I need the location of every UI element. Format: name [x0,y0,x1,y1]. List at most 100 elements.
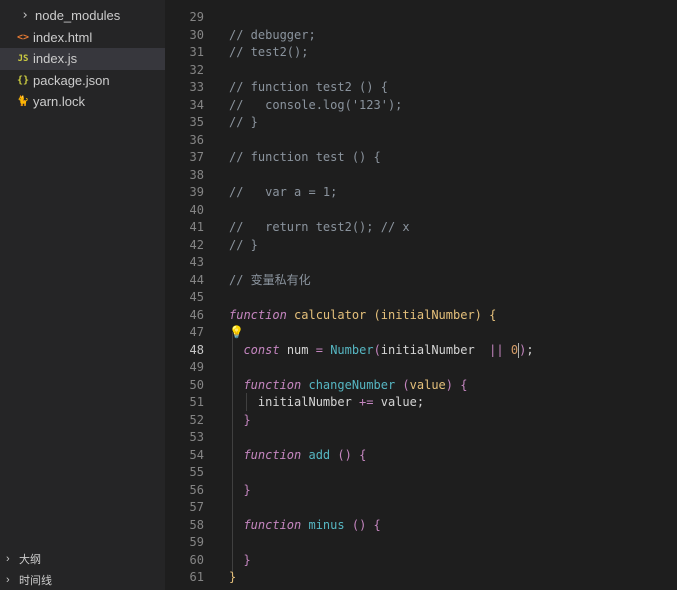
explorer-item-node-modules[interactable]: › node_modules [0,5,165,27]
code-line[interactable]: 47 💡 [165,324,677,342]
code-token: // 变量私有化 [229,272,311,287]
code-text: // } [229,237,258,255]
line-number: 45 [189,290,204,304]
code-line[interactable]: 38 [165,167,677,185]
line-number: 36 [189,132,204,147]
line-number: 38 [189,167,204,182]
code-token: } [243,412,251,427]
code-token: num [286,342,309,357]
code-token: { [460,377,468,392]
code-line[interactable]: 53 [165,429,677,447]
code-text: // return test2(); // x [229,219,410,237]
html-file-icon: <> [16,31,30,43]
line-number: 60 [189,552,204,567]
outline-panel-header[interactable]: › 大纲 [0,548,165,569]
explorer-item-label: index.js [33,51,78,67]
code-token: += [359,395,374,409]
code-line[interactable]: 46 function calculator (initialNumber) { [165,307,677,325]
json-file-icon: {} [16,74,30,86]
explorer-item-index-js[interactable]: JS index.js [0,48,165,70]
code-token: ; [526,342,534,357]
code-token: // var a = 1; [229,185,338,199]
timeline-panel-label: 时间线 [19,574,52,587]
code-text: // 变量私有化 [229,272,311,290]
code-line[interactable]: 59 [165,534,677,552]
code-line[interactable]: 42 // } [165,237,677,255]
code-line[interactable]: 44 // 变量私有化 [165,272,677,290]
code-line[interactable]: 55 [165,464,677,482]
line-number: 39 [189,185,204,199]
explorer-item-package-json[interactable]: {} package.json [0,70,165,92]
explorer-sidebar: › node_modules <> index.html JS index.js{} pac… [0,0,165,590]
code-line[interactable]: 51 initialNumber += value; [165,394,677,412]
line-number: 37 [189,150,204,164]
code-token: = [315,342,323,357]
line-number: 42 [189,237,204,252]
line-number: 57 [189,500,204,514]
code-token: 0 [510,342,519,357]
code-text: } [229,412,251,430]
code-line[interactable]: 33 // function test2 () { [165,79,677,97]
code-token: // console.log('123'); [229,97,403,112]
explorer-item-label: yarn.lock [33,94,86,110]
line-number: 33 [189,80,204,94]
explorer-item-index-html[interactable]: <> index.html [0,27,165,49]
code-line[interactable]: 41 // return test2(); // x [165,219,677,237]
code-token: } [243,482,251,497]
code-line[interactable]: 43 [165,254,677,272]
yarn-file-icon: 🐈 [16,96,30,108]
code-token: initialNumber [380,342,475,357]
line-number: 48 [189,342,204,357]
explorer-item-label: package.json [33,72,110,88]
code-text: function changeNumber (value) { [229,377,467,395]
code-token: changeNumber [308,377,396,392]
line-number: 56 [189,482,204,497]
code-token: || [489,342,504,357]
code-line[interactable]: 49 [165,359,677,377]
timeline-panel-header[interactable]: › 时间线 [0,569,165,590]
code-token: { [373,517,381,532]
code-line[interactable]: 57 [165,499,677,517]
code-line[interactable]: 60 } [165,552,677,570]
explorer-item-yarn-lock[interactable]: 🐈 yarn.lock [0,91,165,113]
code-line[interactable]: 50 function changeNumber (value) { [165,377,677,395]
code-line[interactable]: 58 function minus () { [165,517,677,535]
code-token: initialNumber [380,307,475,322]
code-token: () [337,447,352,462]
code-token: } [243,552,251,567]
code-line[interactable]: 40 [165,202,677,220]
code-line[interactable]: 29 [165,9,677,27]
code-editor[interactable]: 29 30 // debugger; 31 // test2(); 32 33 // func… [165,0,677,590]
code-line[interactable]: 31 // test2(); [165,44,677,62]
code-text: function calculator (initialNumber) { [229,307,496,325]
code-text: const num = Number(initialNumber || 0); [229,342,534,360]
code-line[interactable]: 52 } [165,412,677,430]
code-line[interactable]: 45 [165,289,677,307]
line-number: 46 [189,307,204,322]
code-line[interactable]: 61} [165,569,677,587]
code-line[interactable]: 37 // function test () { [165,149,677,167]
code-line[interactable]: 35 // } [165,114,677,132]
code-line[interactable]: 48 const num = Number(initialNumber || 0… [165,342,677,360]
code-line[interactable]: 56 } [165,482,677,500]
code-line[interactable]: 39 // var a = 1; [165,184,677,202]
code-line[interactable]: 34 // console.log('123'); [165,97,677,115]
code-token: { [489,307,497,322]
line-number: 58 [189,517,204,532]
code-text: initialNumber += value; [229,394,424,412]
code-text: // var a = 1; [229,184,337,202]
code-text: } [229,482,251,500]
code-line[interactable]: 30 // debugger; [165,27,677,45]
code-token: // return test2(); // x [229,220,410,234]
code-line[interactable]: 32 [165,62,677,80]
code-token: ( [373,307,381,322]
lightbulb-icon[interactable]: 💡 [229,324,244,342]
code-line[interactable]: 36 [165,132,677,150]
line-number: 55 [189,465,204,479]
code-line[interactable]: 54 function add () { [165,447,677,465]
